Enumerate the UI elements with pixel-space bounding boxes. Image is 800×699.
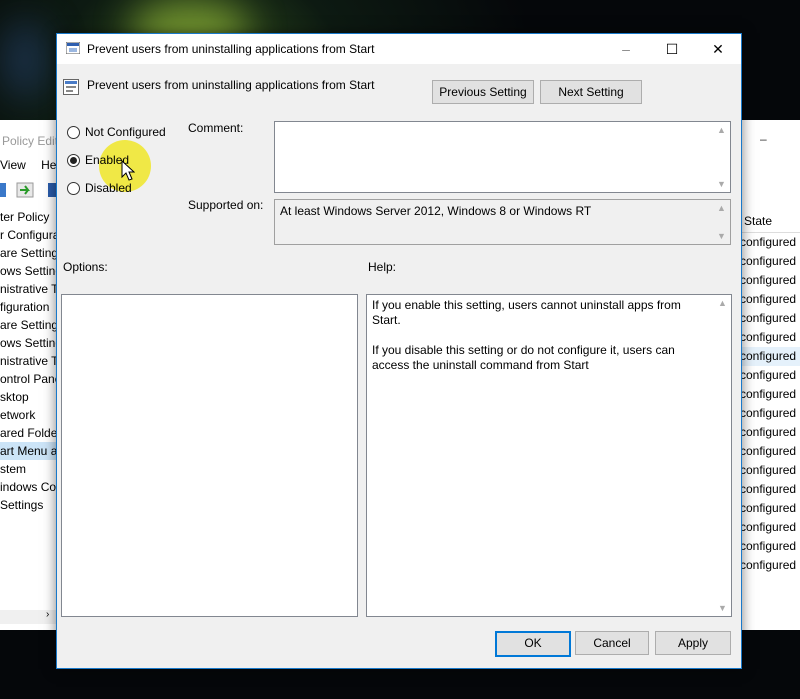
ok-button[interactable]: OK xyxy=(495,631,571,657)
tree-item[interactable]: art Menu an xyxy=(0,442,58,460)
policy-setting-dialog: Prevent users from uninstalling applicat… xyxy=(56,33,742,669)
state-cell[interactable]: configured xyxy=(740,499,800,518)
state-cell[interactable]: configured xyxy=(740,252,800,271)
help-paragraph: If you disable this setting or do not co… xyxy=(372,343,675,372)
comment-scrollbar[interactable]: ▲ ▼ xyxy=(714,122,730,192)
tree-item[interactable]: ows Setting xyxy=(0,262,58,280)
state-cell[interactable]: configured xyxy=(740,537,800,556)
help-paragraph: If you enable this setting, users cannot… xyxy=(372,298,681,327)
state-cell[interactable]: configured xyxy=(740,271,800,290)
state-cell[interactable]: configured xyxy=(740,423,800,442)
tree-item[interactable]: ared Folde xyxy=(0,424,58,442)
radio-disabled-label: Disabled xyxy=(85,181,132,195)
background-tree-scrollbar[interactable]: › xyxy=(0,609,58,624)
background-toolbar xyxy=(0,180,60,200)
setting-icon xyxy=(63,79,79,95)
close-button[interactable]: ✕ xyxy=(695,34,741,64)
background-state-column: State configured configured configured conf… xyxy=(740,210,800,575)
background-minimize-icon[interactable]: – xyxy=(760,132,767,146)
next-setting-button[interactable]: Next Setting xyxy=(540,80,642,104)
tree-item[interactable]: r Configura xyxy=(0,226,58,244)
comment-label: Comment: xyxy=(188,121,244,135)
previous-setting-button[interactable]: Previous Setting xyxy=(432,80,534,104)
radio-not-configured[interactable]: Not Configured xyxy=(67,123,166,141)
menu-view[interactable]: View xyxy=(0,158,26,172)
help-label: Help: xyxy=(368,260,397,274)
state-cell[interactable]: configured xyxy=(740,366,800,385)
tree-item[interactable]: stem xyxy=(0,460,58,478)
state-cell[interactable]: configured xyxy=(740,347,800,366)
tree-item[interactable]: Settings xyxy=(0,496,58,514)
tree-item[interactable]: indows Co xyxy=(0,478,58,496)
tree-item[interactable]: ter Policy xyxy=(0,208,58,226)
state-cell[interactable]: configured xyxy=(740,309,800,328)
tree-item[interactable]: ows Setting xyxy=(0,334,58,352)
state-cell[interactable]: configured xyxy=(740,328,800,347)
supported-on-label: Supported on: xyxy=(188,198,264,212)
help-panel: If you enable this setting, users cannot… xyxy=(366,294,732,617)
comment-textarea[interactable]: ▲ ▼ xyxy=(274,121,731,193)
state-cell[interactable]: configured xyxy=(740,518,800,537)
radio-enabled[interactable]: Enabled xyxy=(67,151,129,169)
policy-icon xyxy=(66,42,80,54)
background-editor-title: Policy Edit xyxy=(2,134,59,148)
minimize-button[interactable]: – xyxy=(603,34,649,64)
setting-header-title: Prevent users from uninstalling applicat… xyxy=(87,78,375,92)
tree-item[interactable]: are Settings xyxy=(0,244,58,262)
toolbar-icon[interactable] xyxy=(0,183,6,197)
background-tree: ter Policy r Configura are Settings ows Set… xyxy=(0,208,58,514)
state-cell[interactable]: configured xyxy=(740,404,800,423)
cancel-button[interactable]: Cancel xyxy=(575,631,649,655)
state-cell[interactable]: configured xyxy=(740,461,800,480)
supported-on-scrollbar[interactable]: ▲ ▼ xyxy=(714,200,730,244)
help-scrollbar[interactable]: ▲ ▼ xyxy=(715,295,731,616)
mouse-cursor-icon xyxy=(121,160,135,181)
tree-item[interactable]: ontrol Pane xyxy=(0,370,58,388)
tree-item[interactable]: nistrative Te xyxy=(0,280,58,298)
help-text: If you enable this setting, users cannot… xyxy=(372,298,707,388)
tree-item[interactable]: etwork xyxy=(0,406,58,424)
radio-not-configured-label: Not Configured xyxy=(85,125,166,139)
tree-item[interactable]: are Settings xyxy=(0,316,58,334)
radio-button[interactable] xyxy=(67,125,80,139)
dialog-title: Prevent users from uninstalling applicat… xyxy=(87,42,375,56)
state-cell[interactable]: configured xyxy=(740,233,800,252)
state-cell[interactable]: configured xyxy=(740,442,800,461)
maximize-button[interactable]: ☐ xyxy=(649,34,695,64)
tree-item[interactable]: figuration xyxy=(0,298,58,316)
options-label: Options: xyxy=(63,260,108,274)
state-cell[interactable]: configured xyxy=(740,290,800,309)
options-panel xyxy=(61,294,358,617)
radio-button[interactable] xyxy=(67,181,80,195)
supported-on-field: At least Windows Server 2012, Windows 8 … xyxy=(274,199,731,245)
background-glow xyxy=(0,20,50,100)
state-cell[interactable]: configured xyxy=(740,556,800,575)
state-cell[interactable]: configured xyxy=(740,480,800,499)
apply-button[interactable]: Apply xyxy=(655,631,731,655)
tree-item[interactable]: nistrative Te xyxy=(0,352,58,370)
state-cell[interactable]: configured xyxy=(740,385,800,404)
supported-on-value: At least Windows Server 2012, Windows 8 … xyxy=(280,204,592,218)
dialog-titlebar[interactable]: Prevent users from uninstalling applicat… xyxy=(57,34,741,64)
tree-item[interactable]: sktop xyxy=(0,388,58,406)
state-header[interactable]: State xyxy=(740,210,800,233)
menu-help[interactable]: He xyxy=(41,158,56,172)
radio-button-selected[interactable] xyxy=(67,153,80,167)
